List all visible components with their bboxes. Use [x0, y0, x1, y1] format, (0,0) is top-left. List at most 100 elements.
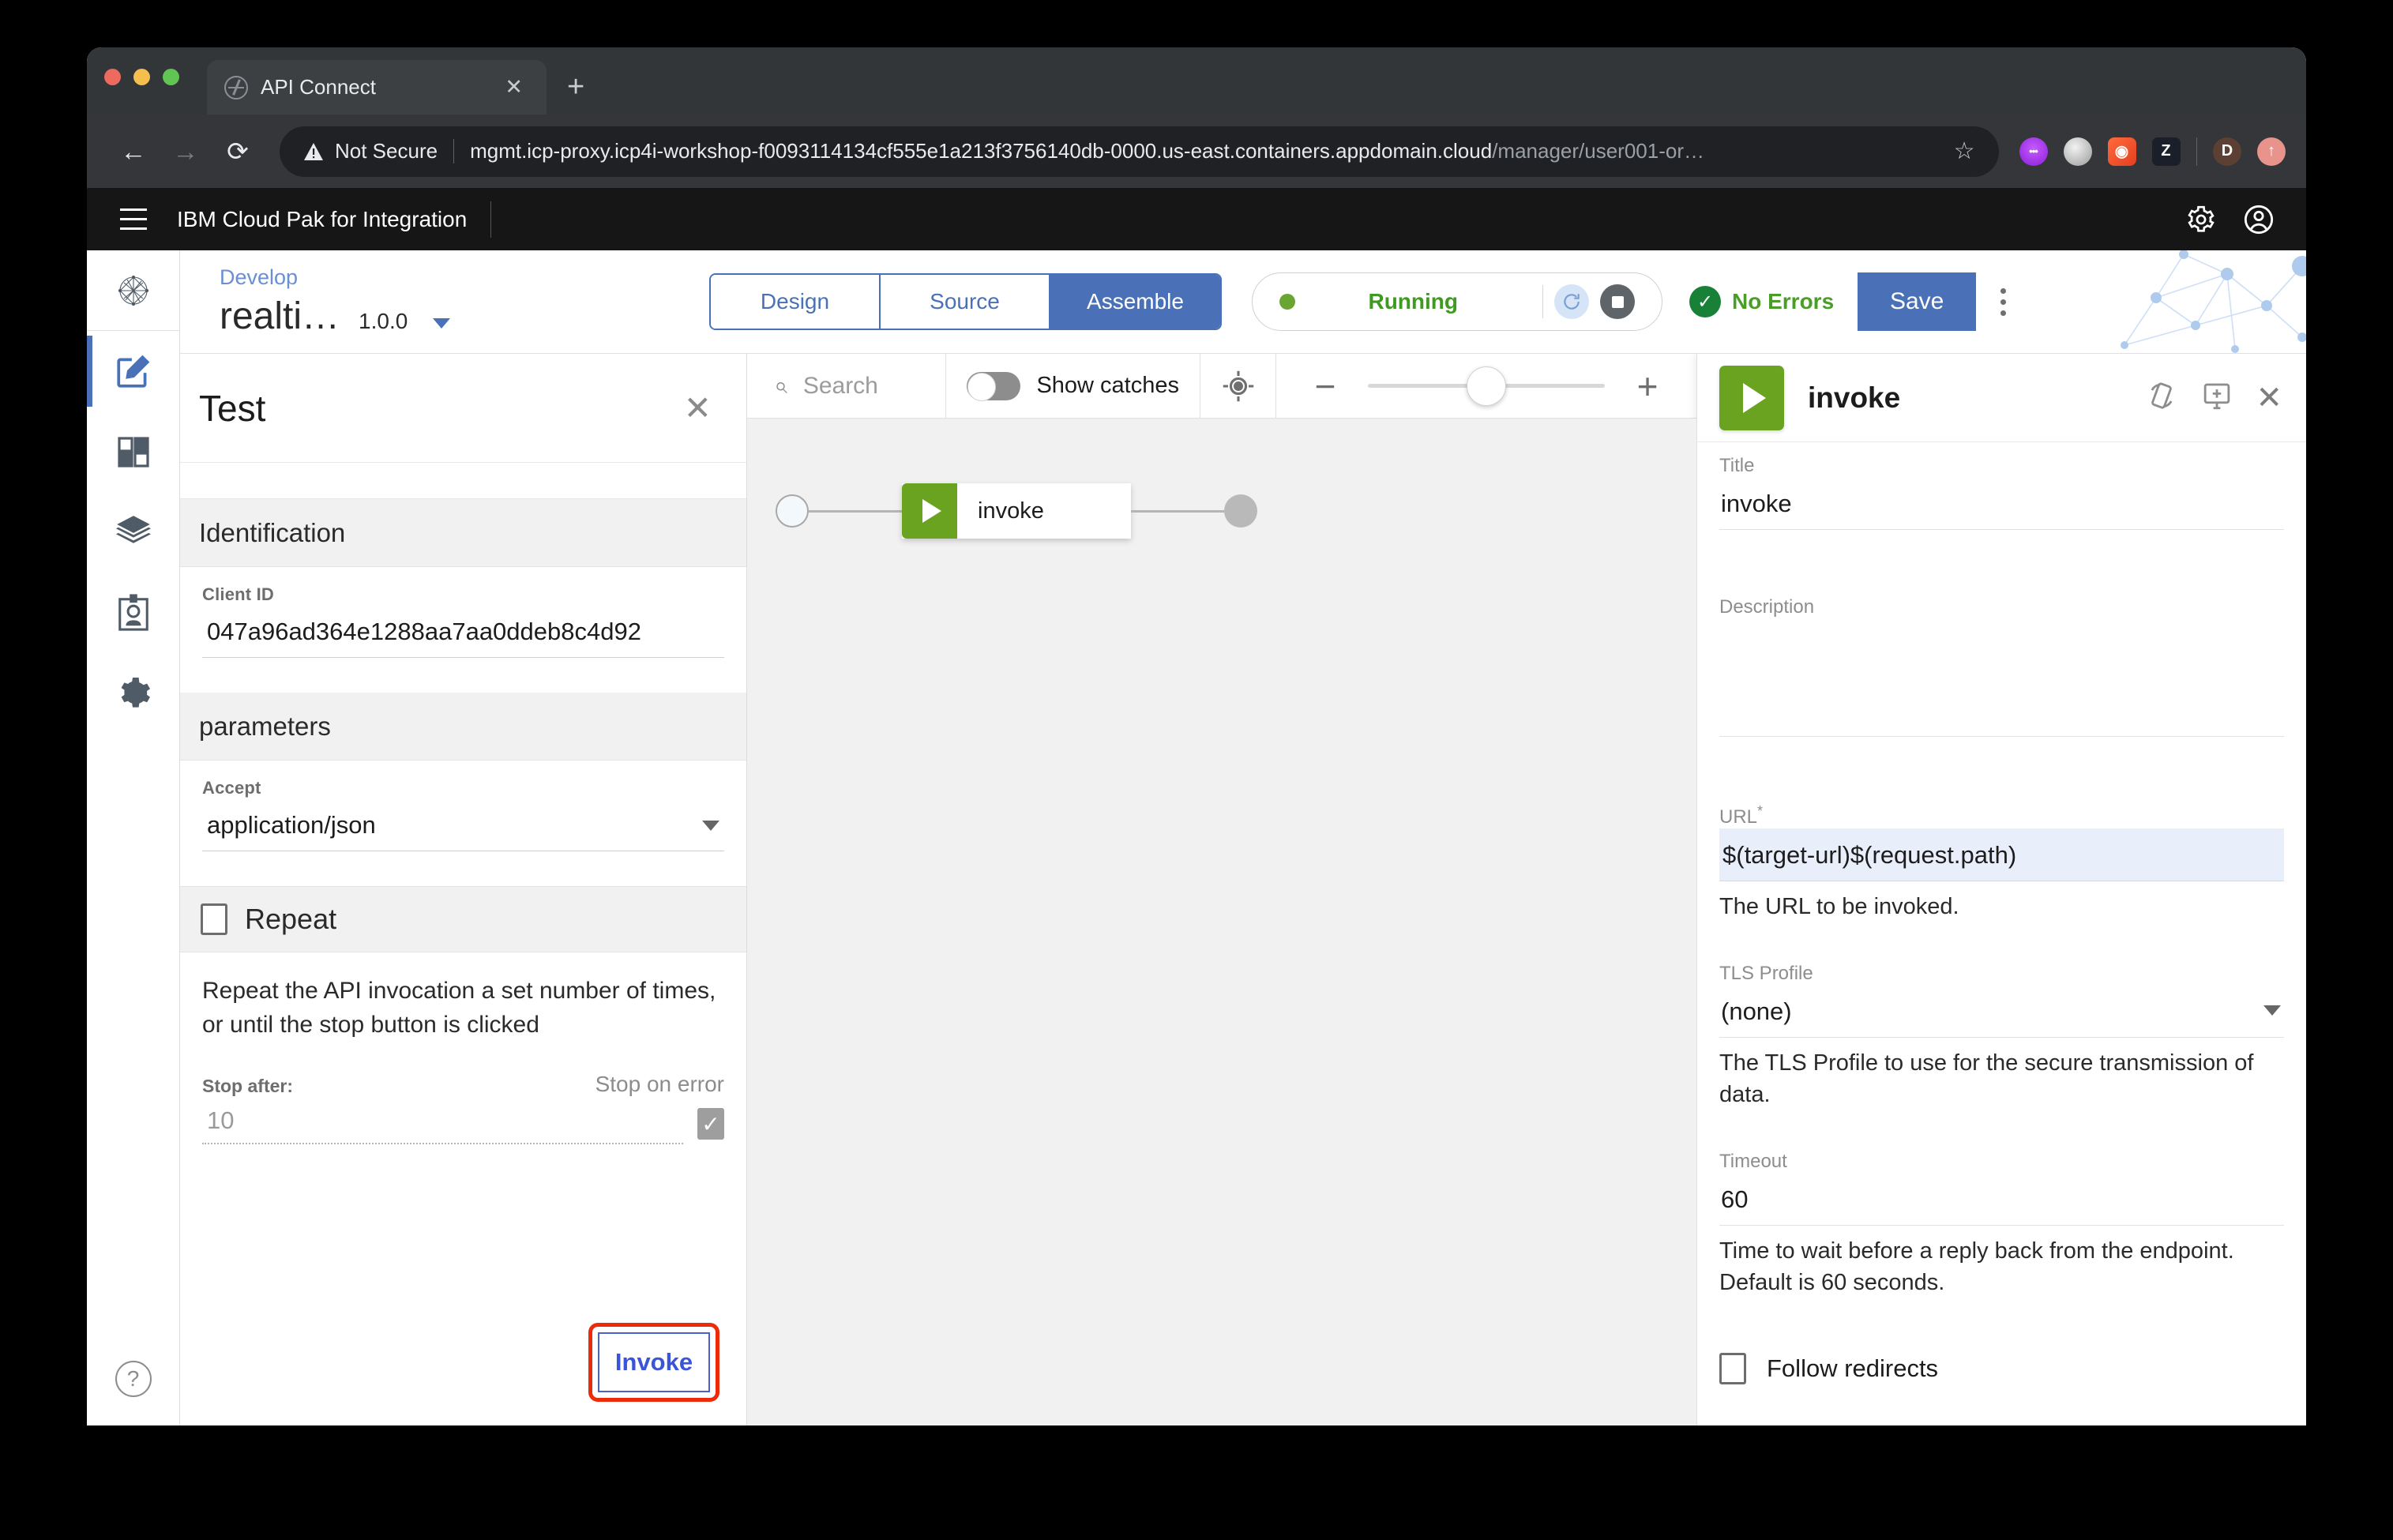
description-input[interactable] [1719, 618, 2284, 737]
user-avatar-icon[interactable] [2243, 204, 2275, 235]
extension-zotero-icon[interactable]: Z [2151, 137, 2181, 166]
sidebar-item-manage[interactable] [87, 411, 180, 492]
tab-design[interactable]: Design [711, 275, 881, 329]
stop-on-error-checkbox[interactable]: ✓ [697, 1108, 724, 1140]
tab-source[interactable]: Source [881, 275, 1050, 329]
reload-icon[interactable]: ⟳ [212, 126, 264, 178]
sidebar-item-settings[interactable] [87, 653, 180, 734]
profile-avatar-icon[interactable]: D [2213, 137, 2241, 166]
kebab-menu-icon[interactable] [1981, 287, 2025, 316]
sidebar-item-develop[interactable] [87, 331, 180, 411]
toggle-orientation-icon[interactable] [2145, 379, 2178, 416]
maximize-window-button[interactable] [163, 69, 179, 85]
url-label-text: URL [1719, 806, 1758, 828]
repeat-description: Repeat the API invocation a set number o… [202, 978, 716, 1038]
show-catches-label: Show catches [1036, 373, 1179, 398]
close-icon[interactable]: ✕ [684, 391, 712, 425]
api-title-block: Develop realti… 1.0.0 [180, 265, 701, 338]
chevron-down-icon[interactable] [433, 318, 451, 329]
status-badge: Running [1252, 272, 1662, 331]
sidebar-item-products[interactable] [87, 492, 180, 573]
sidebar-item-help[interactable]: ? [87, 1361, 180, 1397]
timeout-input[interactable]: 60 [1719, 1173, 2284, 1226]
extension-purple-icon[interactable] [2019, 137, 2048, 166]
show-catches-control[interactable]: Show catches [946, 354, 1200, 418]
api-version-label: 1.0.0 [359, 309, 408, 333]
flow-diagram: invoke [776, 483, 1257, 539]
section-header-parameters: parameters [180, 693, 746, 761]
save-button[interactable]: Save [1858, 272, 1977, 331]
close-icon[interactable]: ✕ [498, 73, 529, 101]
invoke-node[interactable]: invoke [902, 483, 1131, 539]
work-area: Test ✕ Identification Client ID 047a96ad… [180, 354, 2306, 1425]
client-id-input[interactable]: 047a96ad364e1288aa7aa0ddeb8c4d92 [202, 605, 724, 658]
assembly-canvas[interactable]: invoke [747, 419, 1696, 1425]
search-input[interactable]: Search [803, 373, 878, 400]
hamburger-menu-icon[interactable] [109, 195, 158, 244]
chevron-down-icon[interactable] [2263, 1005, 2281, 1016]
url-help-text: The URL to be invoked. [1719, 894, 1959, 919]
stop-after-input[interactable]: 10 [202, 1097, 683, 1145]
breadcrumb[interactable]: Develop [220, 265, 701, 290]
url-input[interactable]: $(target-url)$(request.path) [1719, 828, 2284, 881]
back-icon[interactable]: ← [107, 126, 160, 178]
network-decoration-graphic [2109, 250, 2306, 353]
follow-redirects-checkbox[interactable] [1719, 1352, 1746, 1384]
zoom-in-button[interactable]: + [1625, 368, 1670, 404]
tls-select-wrap: (none) [1719, 985, 2284, 1038]
tab-assemble[interactable]: Assemble [1050, 275, 1220, 329]
close-icon[interactable]: ✕ [2256, 382, 2282, 414]
bookmark-star-icon[interactable]: ☆ [1954, 137, 1975, 165]
add-to-screen-icon[interactable] [2200, 379, 2233, 416]
flow-start-node[interactable] [776, 494, 809, 528]
stop-icon[interactable] [1600, 284, 1635, 319]
gear-icon[interactable] [2186, 205, 2216, 235]
description-label: Description [1719, 596, 1815, 618]
repeat-toggle-row[interactable]: Repeat [180, 886, 746, 952]
repeat-checkbox[interactable] [201, 903, 227, 935]
tls-profile-select[interactable]: (none) [1719, 985, 2284, 1038]
stop-on-error-label: Stop on error [595, 1072, 724, 1097]
chevron-down-icon[interactable] [702, 821, 719, 831]
stop-inputs-row: 10 ✓ [180, 1097, 746, 1145]
flow-wire [809, 509, 902, 513]
zoom-slider[interactable] [1368, 366, 1605, 406]
flow-end-node[interactable] [1224, 494, 1257, 528]
invoke-highlight-annotation: Invoke [588, 1323, 719, 1402]
address-bar[interactable]: Not Secure mgmt.icp-proxy.icp4i-workshop… [280, 126, 1999, 177]
sidebar-item-home[interactable] [87, 250, 180, 331]
refresh-icon[interactable] [1554, 284, 1589, 319]
product-title: IBM Cloud Pak for Integration [177, 201, 492, 238]
forward-icon[interactable]: → [160, 126, 212, 178]
browser-tab[interactable]: API Connect ✕ [207, 60, 547, 115]
test-panel-title: Test [199, 387, 266, 429]
browser-tabstrip: API Connect ✕ + [87, 47, 2306, 115]
follow-redirects-row[interactable]: Follow redirects [1697, 1352, 2306, 1384]
minimize-window-button[interactable] [133, 69, 150, 85]
new-tab-button[interactable]: + [567, 72, 584, 102]
extension-orange-icon[interactable] [2107, 137, 2136, 166]
tls-profile-field: TLS Profile (none) [1697, 950, 2306, 1038]
divider [1542, 285, 1543, 318]
app-body: ? Develop realti… 1.0.0 Design Source As… [87, 250, 2306, 1425]
api-name-row: realti… 1.0.0 [220, 295, 701, 338]
search-icon: ⌕ [774, 372, 787, 399]
search-field[interactable]: ⌕ Search [747, 354, 947, 418]
api-editor-header: Develop realti… 1.0.0 Design Source Asse… [180, 250, 2306, 354]
browser-tab-title: API Connect [261, 75, 376, 99]
invoke-button[interactable]: Invoke [598, 1332, 710, 1392]
center-canvas-button[interactable] [1200, 354, 1276, 418]
sidebar-item-members[interactable] [87, 573, 180, 653]
zoom-out-button[interactable]: − [1303, 368, 1347, 404]
title-input[interactable]: invoke [1719, 477, 2284, 530]
help-icon: ? [115, 1361, 152, 1397]
close-window-button[interactable] [104, 69, 121, 85]
globe-favicon-icon [224, 75, 248, 100]
show-catches-toggle[interactable] [967, 371, 1021, 401]
extension-gray-icon[interactable] [2063, 137, 2092, 166]
accept-select[interactable]: application/json [202, 798, 724, 851]
update-arrow-icon[interactable]: ↑ [2257, 137, 2286, 166]
zoom-slider-handle[interactable] [1467, 366, 1506, 406]
